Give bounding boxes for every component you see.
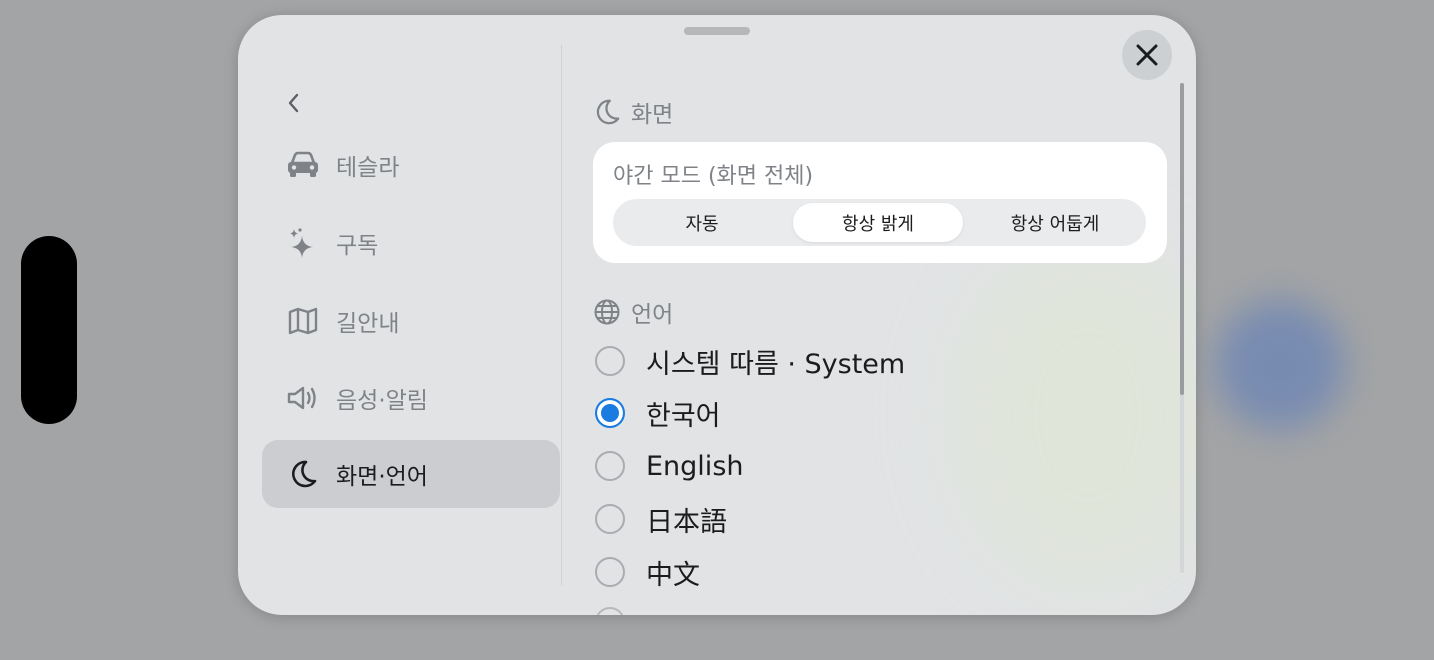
radio-button[interactable] [595, 346, 625, 376]
sidebar-item-label: 구독 [336, 233, 379, 259]
language-label: 中文 [646, 559, 700, 591]
globe-icon [594, 299, 620, 325]
sidebar-item-display-language[interactable]: 화면·언어 [262, 440, 560, 508]
night-mode-card: 야간 모드 (화면 전체) 자동 항상 밝게 항상 어둡게 [593, 142, 1167, 263]
language-label: 시스템 따름 · System [646, 348, 906, 380]
segment-always-dark[interactable]: 항상 어둡게 [970, 203, 1140, 242]
radio-button[interactable] [595, 557, 625, 587]
map-icon [284, 302, 322, 340]
language-option-chinese[interactable]: 中文 [593, 550, 700, 594]
radio-button-partial[interactable] [595, 607, 625, 615]
radio-button-checked[interactable] [595, 398, 625, 428]
segment-auto[interactable]: 자동 [617, 203, 787, 242]
sparkle-icon [284, 224, 322, 262]
close-icon [1136, 44, 1158, 66]
sidebar-item-label: 화면·언어 [336, 464, 428, 490]
radio-button[interactable] [595, 451, 625, 481]
language-option-korean[interactable]: 한국어 [593, 391, 721, 435]
night-mode-title: 야간 모드 (화면 전체) [613, 164, 814, 189]
sidebar-item-voice-alerts[interactable]: 음성·알림 [262, 364, 560, 432]
sidebar-item-label: 길안내 [336, 311, 400, 337]
close-button[interactable] [1122, 30, 1172, 80]
scrollbar-thumb[interactable] [1180, 83, 1184, 395]
column-divider [561, 45, 562, 585]
speaker-icon [284, 379, 322, 417]
language-option-english[interactable]: English [593, 444, 744, 488]
moon-icon [284, 455, 322, 493]
sheet-tint [958, 245, 1196, 585]
settings-sheet: 테슬라 구독 길안내 음성·알림 화면·언어 화면 야간 모드 (화면 전체) … [238, 15, 1196, 615]
language-section-header: 언어 [593, 295, 673, 329]
section-title: 화면 [631, 102, 674, 128]
display-section-header: 화면 [593, 95, 673, 129]
language-label: 한국어 [646, 400, 721, 432]
section-title: 언어 [631, 302, 674, 328]
segment-always-light[interactable]: 항상 밝게 [793, 203, 963, 242]
side-handle [21, 236, 77, 424]
sidebar-item-label: 테슬라 [336, 155, 400, 181]
sidebar-item-navigation[interactable]: 길안내 [262, 287, 560, 355]
sidebar-item-subscription[interactable]: 구독 [262, 209, 560, 277]
sheet-grabber[interactable] [684, 27, 750, 35]
back-button[interactable] [278, 87, 310, 119]
chevron-left-icon [288, 93, 299, 113]
language-option-system[interactable]: 시스템 따름 · System [593, 339, 905, 383]
moon-icon [596, 99, 620, 125]
night-mode-segmented-control: 자동 항상 밝게 항상 어둡게 [613, 199, 1146, 246]
sidebar-item-tesla[interactable]: 테슬라 [262, 131, 560, 199]
background-blur [1215, 300, 1345, 430]
language-label: English [646, 450, 744, 482]
sidebar-item-label: 음성·알림 [336, 388, 428, 414]
radio-button[interactable] [595, 504, 625, 534]
language-label: 日本語 [646, 506, 727, 538]
language-option-japanese[interactable]: 日本語 [593, 497, 727, 541]
car-icon [284, 146, 322, 184]
